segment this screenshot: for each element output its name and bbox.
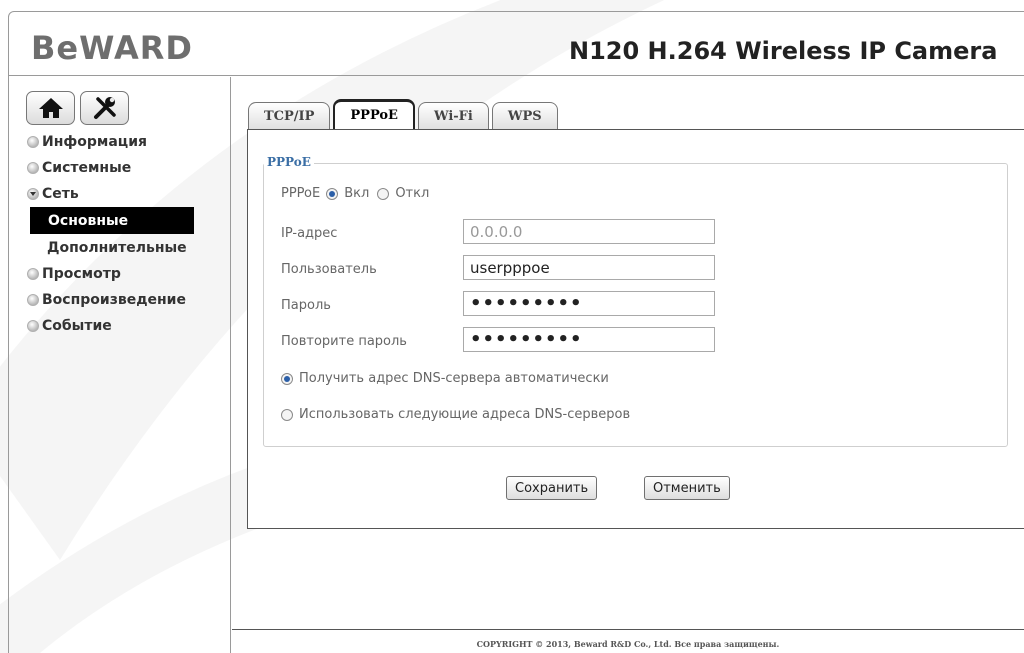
main-content: TCP/IP PPPoE Wi-Fi WPS PPPoE PPPoE Вкл О… [232,77,1024,653]
sidebar-item-label: Сеть [42,186,79,202]
pppoe-off-label: Откл [395,186,430,201]
sidebar-item-label: Воспроизведение [42,292,186,308]
camera-title: N120 H.264 Wireless IP Camera [569,37,998,65]
sidebar-subitem-basic[interactable]: Основные [30,207,194,234]
sidebar-item-system[interactable]: Системные [27,155,227,181]
home-button[interactable] [26,91,75,125]
sidebar-item-label: Информация [42,134,147,150]
dns-auto-radio[interactable] [281,372,293,385]
dns-auto-label: Получить адрес DNS-сервера автоматически [299,371,609,386]
tab-wifi[interactable]: Wi-Fi [417,102,489,129]
fieldset-legend: PPPoE [264,155,314,169]
copyright-footer: COPYRIGHT © 2013, Beward R&D Co., Ltd. В… [476,639,780,649]
password-label: Пароль [281,298,331,313]
bullet-icon [27,294,39,306]
beward-logo: BeWARD [31,29,193,67]
header: BeWARD N120 H.264 Wireless IP Camera [9,12,1024,76]
sidebar-item-network[interactable]: Сеть [27,181,227,207]
pppoe-label: PPPoE [281,186,321,201]
expanded-bullet-icon [27,188,39,200]
ip-address-field[interactable]: 0.0.0.0 [463,219,715,244]
dns-manual-radio[interactable] [281,408,293,421]
sidebar-subitem-advanced[interactable]: Дополнительные [27,234,227,261]
username-field[interactable]: userpppoe [463,255,715,280]
bullet-icon [27,162,39,174]
sidebar-menu: Информация Системные Сеть Основные Допол… [27,129,227,339]
tab-wps[interactable]: WPS [491,102,558,129]
pppoe-on-label: Вкл [344,186,370,201]
repeat-password-label: Повторите пароль [281,334,407,349]
pppoe-on-radio[interactable] [326,187,339,200]
username-label: Пользователь [281,262,377,277]
dns-manual-label: Использовать следующие адреса DNS-сервер… [299,407,631,422]
sidebar-item-label: Событие [42,318,112,334]
sidebar-item-event[interactable]: Событие [27,313,227,339]
sidebar: Информация Системные Сеть Основные Допол… [9,77,231,653]
sidebar-item-info[interactable]: Информация [27,129,227,155]
settings-panel: PPPoE PPPoE Вкл Откл IP-адрес 0.0.0.0 По… [247,129,1024,529]
cancel-button[interactable]: Отменить [644,476,730,500]
tab-pppoe[interactable]: PPPoE [333,99,415,129]
repeat-password-field[interactable]: ••••••••• [463,327,715,352]
tab-tcpip[interactable]: TCP/IP [248,102,331,129]
bullet-icon [27,320,39,332]
top-buttons [26,91,129,125]
pppoe-fieldset: PPPoE PPPoE Вкл Откл IP-адрес 0.0.0.0 По… [263,155,1008,447]
pppoe-toggle-row: PPPoE Вкл Откл [281,186,429,201]
bullet-icon [27,268,39,280]
sidebar-item-view[interactable]: Просмотр [27,261,227,287]
save-button[interactable]: Сохранить [506,476,598,500]
pppoe-off-radio[interactable] [377,187,390,200]
sidebar-item-playback[interactable]: Воспроизведение [27,287,227,313]
ip-label: IP-адрес [281,226,338,241]
sidebar-item-label: Системные [42,160,132,176]
home-icon [38,98,63,118]
password-field[interactable]: ••••••••• [463,291,715,316]
footer-divider [232,629,1024,630]
tab-bar: TCP/IP PPPoE Wi-Fi WPS [248,99,558,129]
bullet-icon [27,136,39,148]
tools-button[interactable] [80,91,129,125]
tools-icon [93,97,116,119]
dns-manual-row: Использовать следующие адреса DNS-сервер… [281,407,630,422]
sidebar-item-label: Просмотр [42,266,121,282]
dns-auto-row: Получить адрес DNS-сервера автоматически [281,371,609,386]
